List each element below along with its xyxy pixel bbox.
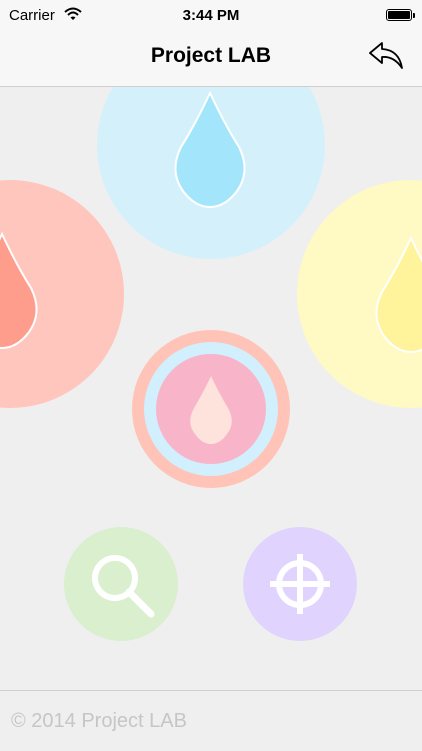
water-drop-icon	[190, 376, 232, 444]
search-button[interactable]	[64, 527, 178, 641]
locate-button[interactable]	[243, 527, 357, 641]
top-bar: Carrier 3:44 PM Project LAB	[0, 0, 422, 87]
reply-arrow-icon[interactable]	[368, 40, 404, 70]
yellow-drop-button[interactable]	[297, 180, 422, 408]
red-drop-button[interactable]	[0, 180, 124, 408]
copyright-text: © 2014 Project LAB	[11, 710, 187, 732]
status-time: 3:44 PM	[182, 7, 240, 24]
crosshair-icon	[270, 554, 330, 614]
water-drop-icon	[0, 232, 38, 350]
footer: © 2014 Project LAB	[0, 690, 422, 751]
blue-drop-button[interactable]	[97, 86, 325, 259]
page-title: Project LAB	[150, 44, 272, 67]
water-drop-icon	[375, 236, 422, 354]
battery-icon	[386, 9, 415, 21]
status-bar: Carrier 3:44 PM	[0, 0, 422, 30]
main-stage	[0, 86, 422, 690]
water-drop-icon	[174, 91, 246, 209]
search-icon	[92, 555, 155, 618]
center-drop-core	[156, 354, 266, 464]
